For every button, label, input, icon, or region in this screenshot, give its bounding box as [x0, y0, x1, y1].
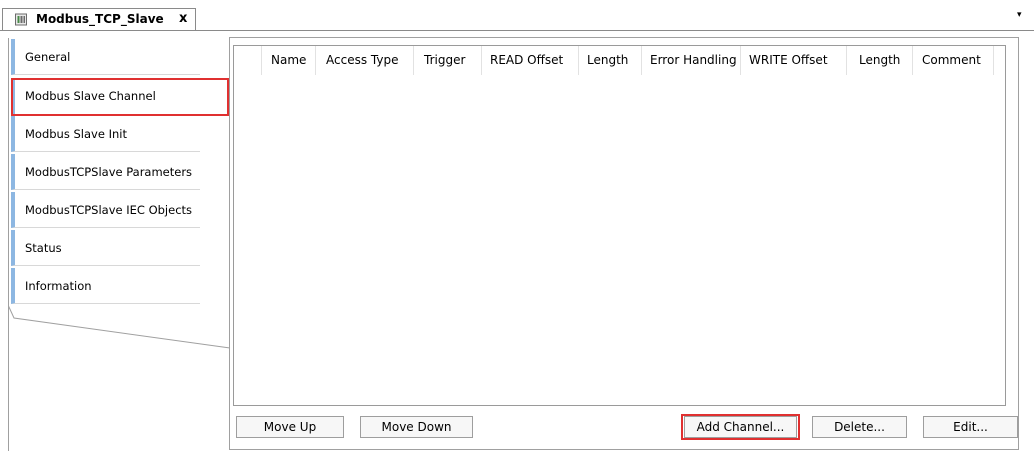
edit-button[interactable]: Edit...: [923, 416, 1018, 438]
editor-tab[interactable]: Modbus_TCP_Slave x: [2, 8, 196, 30]
move-down-button[interactable]: Move Down: [360, 416, 473, 438]
close-icon[interactable]: x: [179, 11, 187, 26]
add-channel-button[interactable]: Add Channel...: [684, 416, 797, 438]
sidebar-item-label: ModbusTCPSlave IEC Objects: [25, 203, 193, 217]
column-header-length[interactable]: Length: [579, 46, 642, 75]
sidebar-item-label: ModbusTCPSlave Parameters: [25, 165, 193, 179]
column-header-error-handling[interactable]: Error Handling: [642, 46, 741, 75]
sidebar-item-label: Modbus Slave Init: [25, 127, 127, 141]
sidebar-item-modbustcpslave-parameters[interactable]: ModbusTCPSlave Parameters: [11, 154, 200, 190]
sidebar-item-label: General: [25, 50, 71, 64]
column-header-row-marker: [234, 46, 262, 75]
device-icon: [15, 13, 27, 26]
column-header-comment[interactable]: Comment: [913, 46, 994, 75]
sidebar-item-modbus-slave-init[interactable]: Modbus Slave Init: [11, 116, 200, 152]
column-header-read-offset[interactable]: READ Offset: [482, 46, 579, 75]
sidebar-item-modbus-slave-channel[interactable]: Modbus Slave Channel: [11, 78, 200, 114]
editor-tab-bar: Modbus_TCP_Slave x ▾: [0, 0, 1034, 31]
column-header-write-offset[interactable]: WRITE Offset: [741, 46, 847, 75]
column-header-length-2[interactable]: Length: [847, 46, 913, 75]
sidebar-item-label: Modbus Slave Channel: [25, 89, 156, 103]
chevron-down-icon[interactable]: ▾: [1017, 10, 1022, 20]
delete-button[interactable]: Delete...: [812, 416, 907, 438]
channel-table[interactable]: Name Access Type Trigger READ Offset Len…: [233, 45, 1006, 406]
sidebar-item-general[interactable]: General: [11, 39, 200, 75]
tab-title: Modbus_TCP_Slave: [36, 12, 164, 26]
sidebar-item-label: Status: [25, 241, 62, 255]
sidebar-item-modbustcpslave-iec-objects[interactable]: ModbusTCPSlave IEC Objects: [11, 192, 200, 228]
sidebar-item-label: Information: [25, 279, 92, 293]
move-up-button[interactable]: Move Up: [236, 416, 344, 438]
column-header-name[interactable]: Name: [262, 46, 316, 75]
sidebar-item-status[interactable]: Status: [11, 230, 200, 266]
sidebar-item-information[interactable]: Information: [11, 268, 200, 304]
column-header-access-type[interactable]: Access Type: [316, 46, 414, 75]
column-header-trigger[interactable]: Trigger: [414, 46, 482, 75]
